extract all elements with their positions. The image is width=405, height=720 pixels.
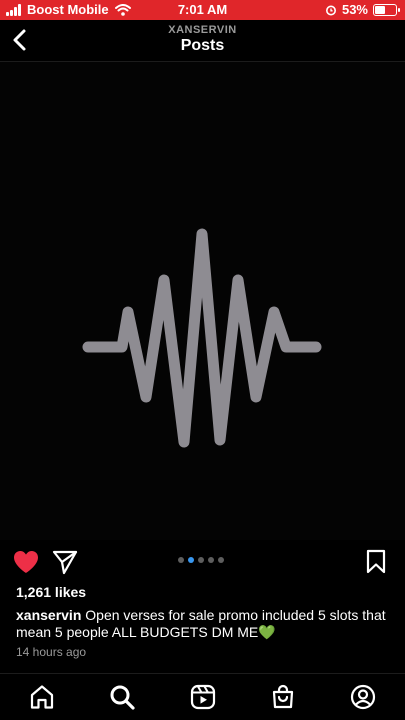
battery-icon [373,3,400,16]
battery-percent: 53% [341,2,368,17]
share-button[interactable] [52,549,78,575]
post-media[interactable] [0,62,405,540]
carousel-dot [208,557,214,563]
carousel-dot [198,557,204,563]
heart-icon [14,551,38,573]
send-icon [52,550,78,575]
carousel-indicator [178,557,224,563]
caption-username[interactable]: xanservin [16,607,81,623]
page-title: Posts [180,37,225,54]
shop-icon [272,684,294,709]
header-titles: XANSERVIN Posts [0,24,405,55]
nav-search-button[interactable] [108,683,136,711]
search-icon [110,685,135,710]
nav-profile-button[interactable] [349,683,377,711]
reels-icon [190,684,216,710]
save-button[interactable] [365,549,387,575]
bottom-nav [0,673,405,720]
post-caption: xanservin Open verses for sale promo inc… [16,607,396,641]
post-timestamp: 14 hours ago [16,645,87,659]
nav-reels-button[interactable] [189,683,217,711]
bookmark-icon [366,549,386,574]
profile-icon [350,684,376,710]
header-username: XANSERVIN [168,24,237,36]
carousel-dot [188,557,194,563]
carousel-dot [178,557,184,563]
nav-shop-button[interactable] [269,683,297,711]
carousel-dot [218,557,224,563]
alarm-icon [325,5,336,15]
nav-home-button[interactable] [28,683,56,711]
like-button[interactable] [12,549,40,575]
likes-count[interactable]: 1,261 likes [16,584,86,600]
header: XANSERVIN Posts [0,20,405,62]
status-bar: Boost Mobile 7:01 AM 53% [0,0,405,20]
waveform-icon [82,228,322,448]
post-actions [0,545,405,577]
status-right: 53% [325,2,400,17]
home-icon [30,685,54,709]
